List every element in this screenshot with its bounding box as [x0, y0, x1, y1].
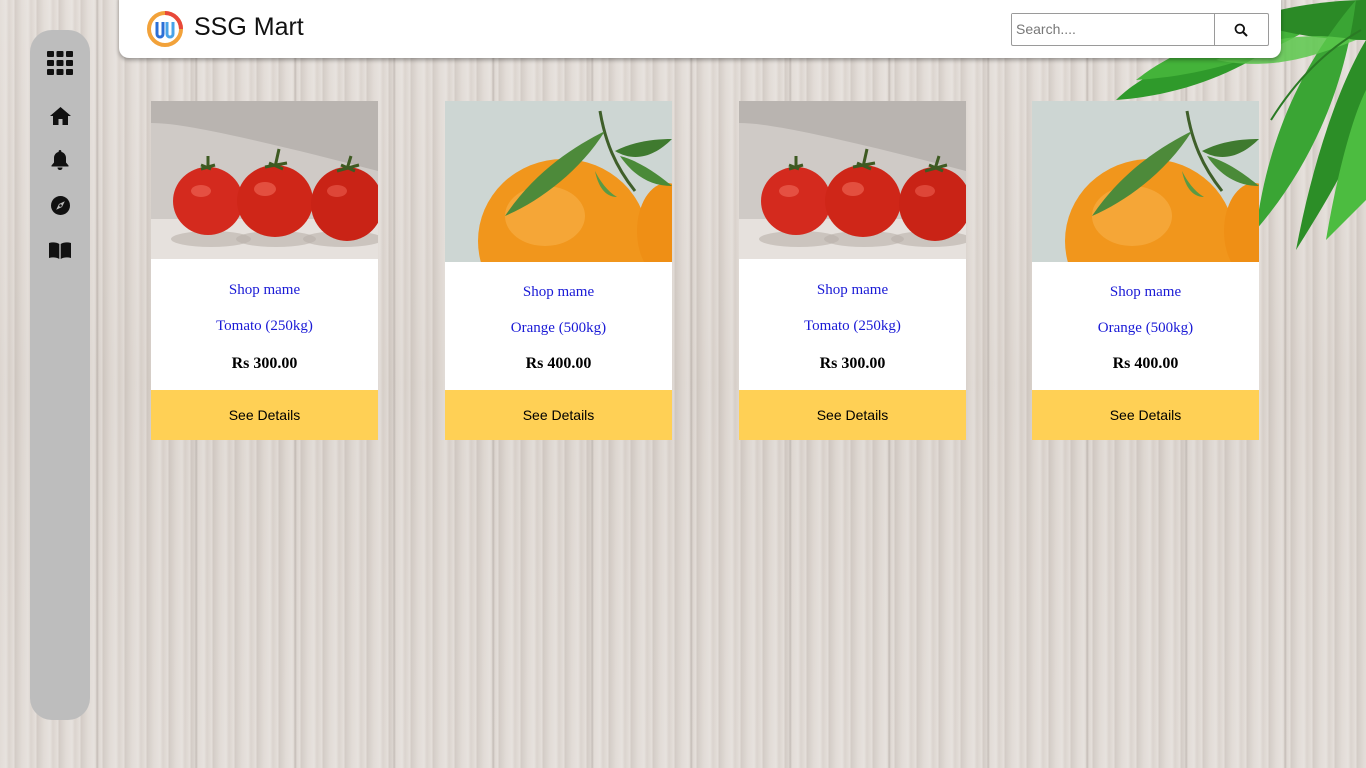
top-header: SSG Mart [119, 0, 1281, 58]
home-icon [49, 107, 71, 125]
see-details-button[interactable]: See Details [151, 390, 378, 440]
product-name[interactable]: Orange (500kg) [1032, 320, 1259, 337]
shop-name[interactable]: Shop mame [151, 282, 378, 299]
sidebar [30, 30, 90, 720]
product-card-2: Shop mame Orange (500kg) Rs 400.00 See D… [445, 101, 672, 440]
product-name[interactable]: Orange (500kg) [445, 320, 672, 337]
book-icon [49, 241, 71, 259]
sidebar-item-notifications[interactable] [30, 150, 90, 170]
logo-icon[interactable] [146, 10, 184, 48]
tomato-image[interactable] [739, 101, 966, 259]
sidebar-item-home[interactable] [30, 106, 90, 126]
product-price: Rs 400.00 [525, 355, 592, 372]
sidebar-item-apps[interactable] [30, 50, 90, 76]
shop-name[interactable]: Shop mame [445, 284, 672, 301]
compass-icon [50, 195, 70, 215]
product-name[interactable]: Tomato (250kg) [151, 318, 378, 335]
grid-icon [47, 51, 73, 75]
search-box [1011, 13, 1269, 46]
product-card-3: Shop mame Tomato (250kg) Rs 300.00 See D… [739, 101, 966, 440]
see-details-button[interactable]: See Details [739, 390, 966, 440]
product-card-1: Shop mame Tomato (250kg) Rs 300.00 See D… [151, 101, 378, 440]
see-details-button[interactable]: See Details [445, 390, 672, 440]
sidebar-item-explore[interactable] [30, 195, 90, 215]
search-button[interactable] [1214, 14, 1266, 45]
sidebar-item-catalog[interactable] [30, 240, 90, 260]
product-price: Rs 400.00 [1112, 355, 1179, 372]
product-card-4: Shop mame Orange (500kg) Rs 400.00 See D… [1032, 101, 1259, 440]
tomato-image[interactable] [151, 101, 378, 259]
product-price: Rs 300.00 [819, 355, 886, 372]
search-icon [1234, 23, 1248, 37]
orange-image[interactable] [445, 101, 672, 262]
bell-icon [51, 150, 69, 170]
product-name[interactable]: Tomato (250kg) [739, 318, 966, 335]
product-price: Rs 300.00 [231, 355, 298, 372]
shop-name[interactable]: Shop mame [1032, 284, 1259, 301]
search-input[interactable] [1012, 14, 1214, 43]
shop-name[interactable]: Shop mame [739, 282, 966, 299]
see-details-button[interactable]: See Details [1032, 390, 1259, 440]
orange-image[interactable] [1032, 101, 1259, 262]
brand-title[interactable]: SSG Mart [194, 13, 304, 42]
